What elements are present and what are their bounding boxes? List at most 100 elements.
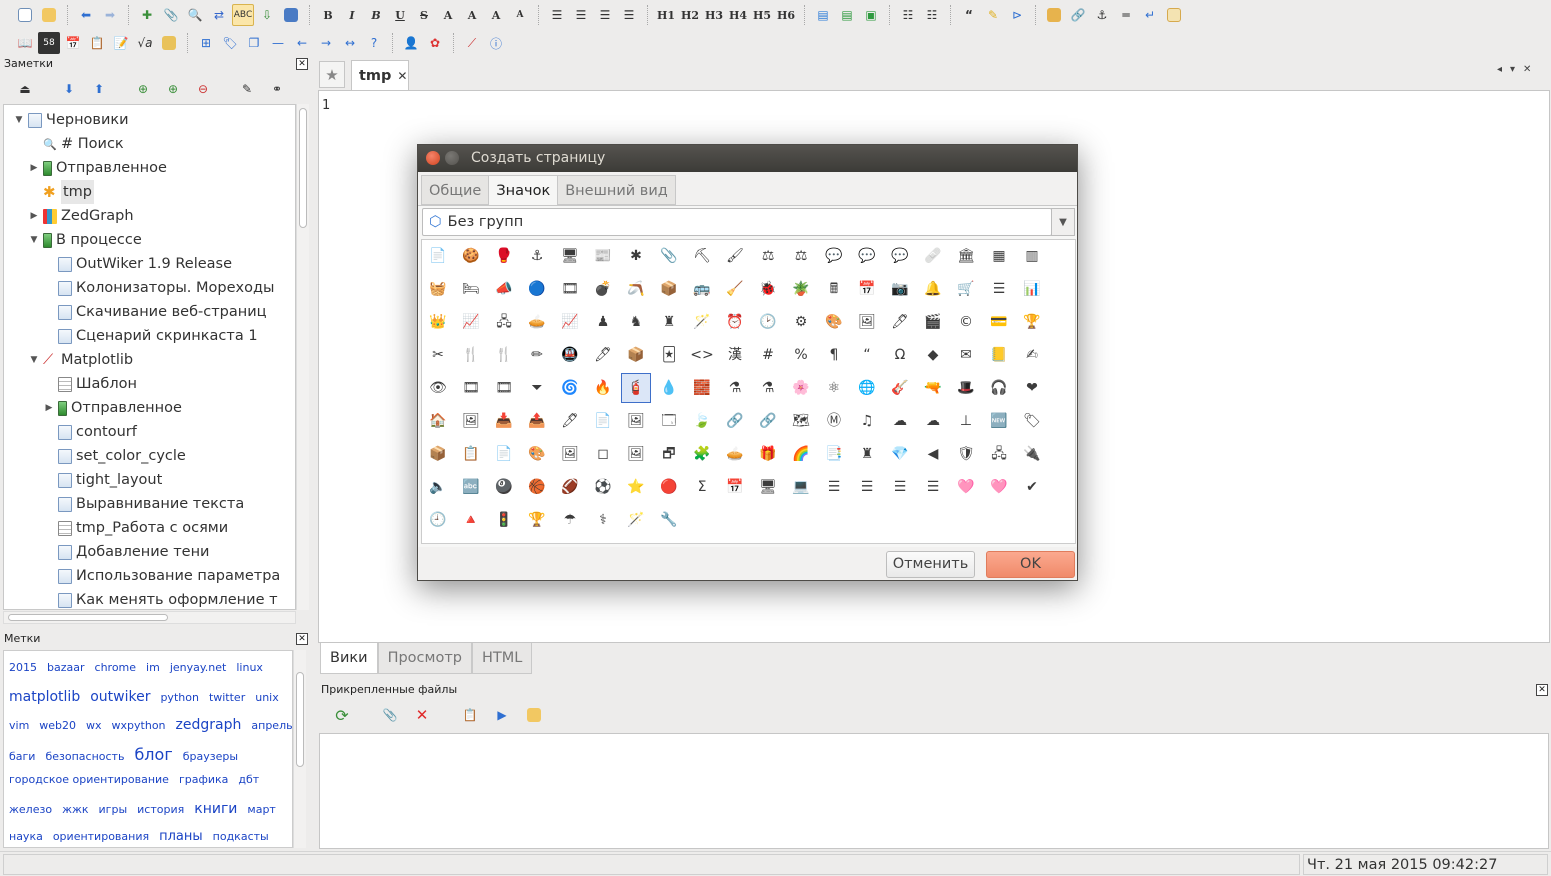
tab-html[interactable]: HTML: [471, 643, 533, 674]
icon-choice[interactable]: 📰: [588, 241, 618, 271]
horizontal-line-icon[interactable]: —: [267, 32, 289, 54]
icon-choice[interactable]: Ω: [885, 340, 915, 370]
add-child-icon[interactable]: ⊕: [162, 78, 184, 100]
icon-choice[interactable]: ⛏: [687, 241, 717, 271]
icon-choice[interactable]: 📅: [852, 274, 882, 304]
expanded-arrow-icon[interactable]: ▼: [14, 108, 24, 132]
icon-choice[interactable]: 🖩: [819, 274, 849, 304]
icon-choice[interactable]: 🏈: [555, 472, 585, 502]
spellcheck-icon[interactable]: ABC: [232, 4, 254, 26]
icon-choice[interactable]: 🔗: [720, 406, 750, 436]
icon-choice[interactable]: 🔧: [654, 505, 684, 535]
icon-choice[interactable]: 🛡: [951, 439, 981, 469]
icon-choice[interactable]: ☰: [984, 274, 1014, 304]
icon-choice[interactable]: 🖊: [885, 307, 915, 337]
tag-link[interactable]: 2015: [9, 661, 37, 674]
tags-icon[interactable]: 🏷: [219, 32, 241, 54]
icon-choice[interactable]: 🎬: [918, 307, 948, 337]
icon-choice[interactable]: 📦: [423, 439, 453, 469]
icon-choice[interactable]: 📑: [819, 439, 849, 469]
icon-choice[interactable]: 🚦: [489, 505, 519, 535]
tag-link[interactable]: twitter: [209, 691, 245, 704]
icon-choice[interactable]: 🔌: [1017, 439, 1047, 469]
tag-link[interactable]: апрель: [251, 719, 292, 732]
align-left-icon[interactable]: ☰: [546, 4, 568, 26]
icon-choice[interactable]: ⚙: [786, 307, 816, 337]
icon-choice[interactable]: ✍: [1017, 340, 1047, 370]
icon-choice[interactable]: <>: [687, 340, 717, 370]
icon-choice[interactable]: 🏛: [951, 241, 981, 271]
icon-choice[interactable]: 📥: [489, 406, 519, 436]
subscript-button[interactable]: A: [437, 4, 459, 26]
attachments-list[interactable]: [319, 733, 1549, 849]
icon-choice[interactable]: 🎩: [951, 373, 981, 403]
tree-node[interactable]: Добавление тени: [44, 540, 209, 564]
icon-choice[interactable]: 🏠: [423, 406, 453, 436]
hierarchy-icon[interactable]: ✿: [424, 32, 446, 54]
icon-choice[interactable]: ◻: [588, 439, 618, 469]
h3-button[interactable]: H3: [703, 4, 725, 26]
icon-choice[interactable]: 🍴: [456, 340, 486, 370]
line-break-icon[interactable]: ↵: [1139, 4, 1161, 26]
tree-vscroll[interactable]: [296, 104, 309, 610]
page-edit-icon[interactable]: 📝: [110, 32, 132, 54]
h4-button[interactable]: H4: [727, 4, 749, 26]
tag-link[interactable]: outwiker: [90, 689, 150, 705]
strike-button[interactable]: S: [413, 4, 435, 26]
tab-icon[interactable]: Значок: [488, 175, 559, 205]
delete-icon[interactable]: ✕: [411, 704, 433, 726]
icon-choice[interactable]: 💻: [786, 472, 816, 502]
formula-icon[interactable]: √a: [134, 32, 156, 54]
icon-choice[interactable]: 🃏: [654, 340, 684, 370]
html-escape-icon[interactable]: [1163, 4, 1185, 26]
icon-choice[interactable]: 📄: [423, 241, 453, 271]
tree-node[interactable]: contourf: [44, 420, 137, 444]
tree-node[interactable]: Выравнивание текста: [44, 492, 244, 516]
tag-link[interactable]: matplotlib: [9, 689, 80, 705]
icon-choice[interactable]: 🧱: [687, 373, 717, 403]
highlight-icon[interactable]: ✎: [982, 4, 1004, 26]
icon-choice[interactable]: 🎞: [456, 373, 486, 403]
icon-choice[interactable]: 📤: [522, 406, 552, 436]
bold-italic-button[interactable]: B: [365, 4, 387, 26]
add-sibling-icon[interactable]: ⊕: [132, 78, 154, 100]
icon-choice[interactable]: 🔫: [918, 373, 948, 403]
icon-choice[interactable]: ⊥: [951, 406, 981, 436]
icon-choice[interactable]: 🔺: [456, 505, 486, 535]
icon-choice[interactable]: 🍪: [456, 241, 486, 271]
underline-button[interactable]: U: [389, 4, 411, 26]
tag-link[interactable]: наука: [9, 830, 43, 843]
tag-link[interactable]: python: [160, 691, 198, 704]
tag-link[interactable]: wx: [86, 719, 102, 732]
icon-choice[interactable]: ✱: [621, 241, 651, 271]
table-icon[interactable]: ▤: [812, 4, 834, 26]
icon-choice[interactable]: 📷: [885, 274, 915, 304]
tag-link[interactable]: дбт: [238, 773, 259, 786]
icon-choice[interactable]: 👁: [423, 373, 453, 403]
icon-choice[interactable]: 🔈: [423, 472, 453, 502]
calendar-icon[interactable]: 📅: [62, 32, 84, 54]
tag-link[interactable]: linux: [236, 661, 263, 674]
icon-choice[interactable]: ✂: [423, 340, 453, 370]
icon-choice[interactable]: 🧺: [423, 274, 453, 304]
table-row-icon[interactable]: ▤: [836, 4, 858, 26]
icon-choice[interactable]: 📅: [720, 472, 750, 502]
icon-choice[interactable]: ⚖: [786, 241, 816, 271]
icon-choice[interactable]: ▥: [1017, 241, 1047, 271]
icon-choice[interactable]: ♟: [588, 307, 618, 337]
icon-choice[interactable]: 🏆: [1017, 307, 1047, 337]
tag-link[interactable]: web20: [39, 719, 76, 732]
icon-choice[interactable]: 🌸: [786, 373, 816, 403]
icon-choice[interactable]: 📦: [654, 274, 684, 304]
icon-choice[interactable]: 🖧: [984, 439, 1014, 469]
open-folder-icon[interactable]: [38, 4, 60, 26]
tree-node[interactable]: ▼ ⟋ Matplotlib: [29, 348, 134, 372]
icon-choice[interactable]: ⚓: [522, 241, 552, 271]
icon-choice[interactable]: ☁: [918, 406, 948, 436]
icon-choice[interactable]: 📈: [555, 307, 585, 337]
help-icon[interactable]: ?: [363, 32, 385, 54]
icon-choice[interactable]: 🧩: [687, 439, 717, 469]
tree-node[interactable]: Скачивание веб-страниц: [44, 300, 267, 324]
icon-choice[interactable]: 📄: [489, 439, 519, 469]
icon-choice[interactable]: 🖼: [555, 439, 585, 469]
